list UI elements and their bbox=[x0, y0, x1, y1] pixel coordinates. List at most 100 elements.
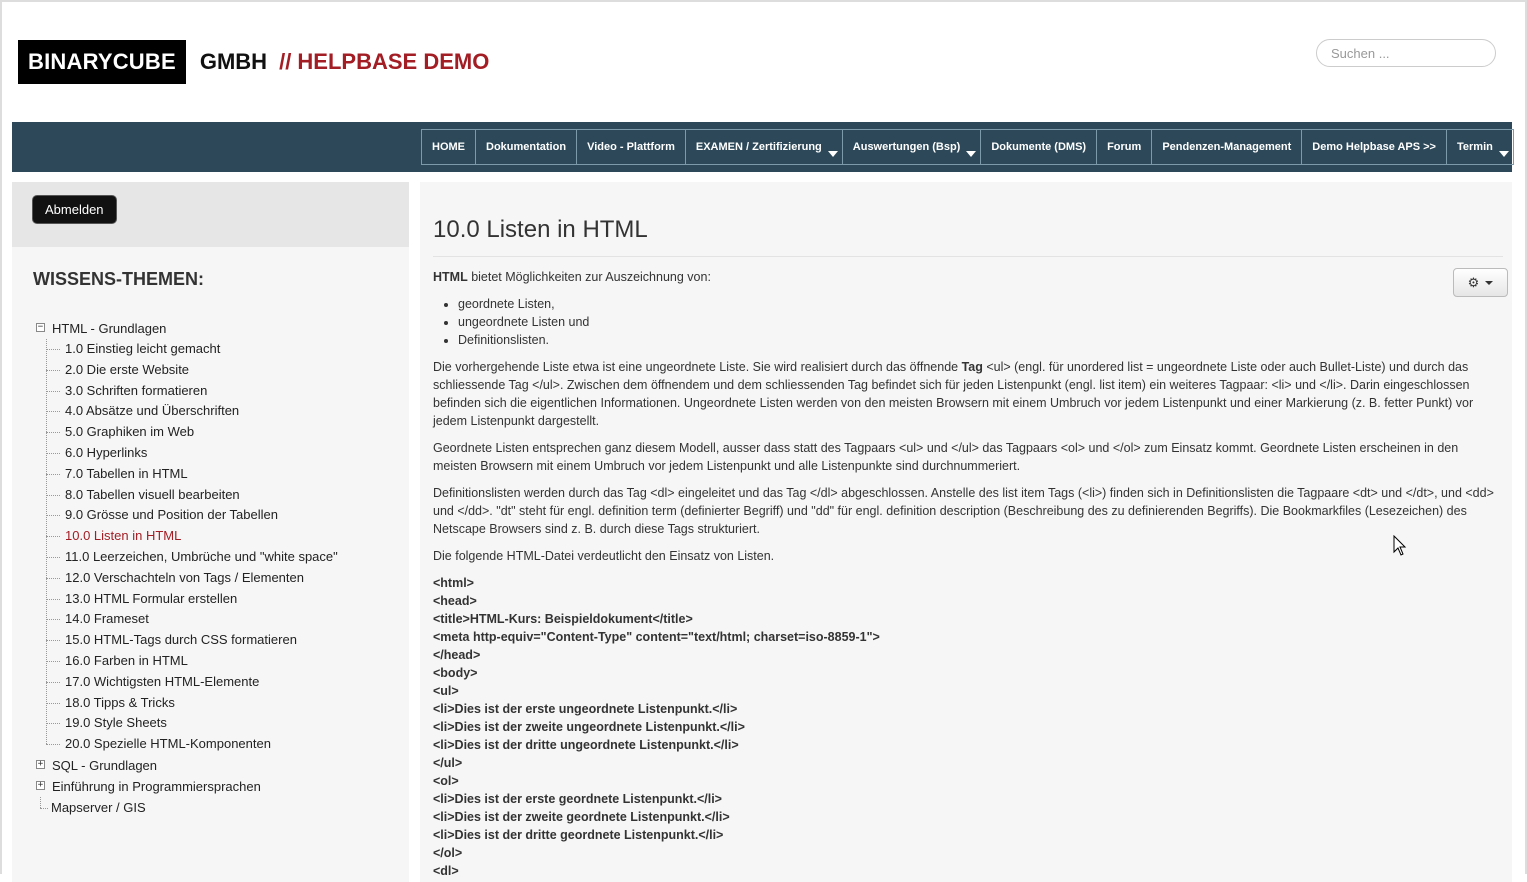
code-line: <li>Dies ist der erste geordnete Listenp… bbox=[433, 792, 722, 806]
sidebar-item-20-0-spezielle-html-komponenten[interactable]: 20.0 Spezielle HTML-Komponenten bbox=[46, 734, 338, 755]
code-line: <body> bbox=[433, 666, 478, 680]
paragraph-4: Die folgende HTML-Datei verdeutlicht den… bbox=[433, 549, 775, 563]
logo-binarycube: BINARYCUBE bbox=[18, 40, 186, 84]
sidebar-item-17-0-wichtigsten-html-elemente[interactable]: 17.0 Wichtigsten HTML-Elemente bbox=[46, 672, 338, 693]
dropdown-caret-icon bbox=[827, 151, 838, 157]
gear-icon: ⚙ bbox=[1467, 274, 1480, 290]
list-item: geordnete Listen, bbox=[458, 295, 1505, 313]
tree-node-einf-hrung-in-programmiersprachen[interactable]: + Einführung in Programmiersprachen bbox=[32, 776, 338, 797]
nav-item-termin[interactable]: Termin bbox=[1445, 129, 1514, 165]
dropdown-caret-icon bbox=[966, 151, 977, 157]
tree-node-sql-grundlagen[interactable]: + SQL - Grundlagen bbox=[32, 755, 338, 776]
nav-item-label: EXAMEN / Zertifizierung bbox=[695, 141, 822, 153]
paragraph-2: Geordnete Listen entsprechen ganz diesem… bbox=[433, 441, 1459, 473]
expand-icon[interactable]: + bbox=[36, 780, 45, 790]
code-line: <li>Dies ist der dritte ungeordnete List… bbox=[433, 738, 739, 752]
nav-item-label: Demo Helpbase APS >> bbox=[1312, 141, 1436, 153]
paragraph-1: Die vorhergehende Liste etwa ist eine un… bbox=[433, 358, 1505, 430]
sidebar-item-8-0-tabellen-visuell-bearbeiten[interactable]: 8.0 Tabellen visuell bearbeiten bbox=[46, 485, 338, 506]
bullet-list: geordnete Listen,ungeordnete Listen undD… bbox=[433, 295, 1505, 349]
nav-item-pendenzen-management[interactable]: Pendenzen-Management bbox=[1151, 129, 1302, 165]
nav-item-demo-helpbase-aps[interactable]: Demo Helpbase APS >> bbox=[1301, 129, 1446, 165]
expand-icon[interactable]: + bbox=[36, 759, 45, 769]
chevron-down-icon bbox=[1485, 280, 1494, 285]
code-sample: <html> <head> <title>HTML-Kurs: Beispieldo… bbox=[433, 574, 1505, 880]
code-line: <li>Dies ist der zweite geordnete Listen… bbox=[433, 810, 730, 824]
code-line: <title>HTML-Kurs: Beispieldokument</titl… bbox=[433, 612, 693, 626]
sidebar-item-9-0-gr-sse-und-position-der-tabellen[interactable]: 9.0 Grösse und Position der Tabellen bbox=[46, 505, 338, 526]
tree-node-mapserver-gis[interactable]: Mapserver / GIS bbox=[32, 796, 338, 818]
nav-item-forum[interactable]: Forum bbox=[1096, 129, 1152, 165]
nav-item-label: Video - Plattform bbox=[587, 141, 675, 153]
sidebar-title: WISSENS-THEMEN: bbox=[33, 269, 204, 289]
sidebar-item-16-0-farben-in-html[interactable]: 16.0 Farben in HTML bbox=[46, 651, 338, 672]
code-line: <li>Dies ist der dritte geordnete Listen… bbox=[433, 828, 724, 842]
sidebar-item-3-0-schriften-formatieren[interactable]: 3.0 Schriften formatieren bbox=[46, 381, 338, 402]
nav-item-dokumente-dms[interactable]: Dokumente (DMS) bbox=[980, 129, 1097, 165]
logout-area: Abmelden bbox=[12, 182, 409, 247]
code-line: <li>Dies ist der zweite ungeordnete List… bbox=[433, 720, 745, 734]
list-item: ungeordnete Listen und bbox=[458, 313, 1505, 331]
nav-menu: HOME Dokumentation Video - Plattform EXAMEN… bbox=[421, 129, 1514, 165]
sidebar-item-15-0-html-tags-durch-css-formatieren[interactable]: 15.0 HTML-Tags durch CSS formatieren bbox=[46, 630, 338, 651]
nav-item-examen-zertifizierung[interactable]: EXAMEN / Zertifizierung bbox=[684, 129, 842, 165]
title-divider bbox=[433, 256, 1503, 257]
code-line: </head> bbox=[433, 648, 481, 662]
code-line: </ol> bbox=[433, 846, 463, 860]
nav-item-auswertungen-bsp[interactable]: Auswertungen (Bsp) bbox=[841, 129, 981, 165]
tree-node-label: Mapserver / GIS bbox=[51, 799, 146, 815]
article-body: HTML bietet Möglichkeiten zur Auszeichnu… bbox=[433, 268, 1505, 880]
logo-gmbh: GMBH bbox=[199, 49, 268, 74]
sidebar-item-18-0-tipps-tricks[interactable]: 18.0 Tipps & Tricks bbox=[46, 693, 338, 714]
nav-item-label: Dokumente (DMS) bbox=[991, 141, 1087, 153]
sidebar-item-5-0-graphiken-im-web[interactable]: 5.0 Graphiken im Web bbox=[46, 422, 338, 443]
sidebar-item-2-0-die-erste-website[interactable]: 2.0 Die erste Website bbox=[46, 360, 338, 381]
site-logo[interactable]: BINARYCUBE GMBH // HELPBASE DEMO bbox=[18, 40, 489, 84]
sidebar-item-19-0-style-sheets[interactable]: 19.0 Style Sheets bbox=[46, 713, 338, 734]
nav-item-home[interactable]: HOME bbox=[421, 129, 475, 165]
sidebar-item-1-0-einstieg-leicht-gemacht[interactable]: 1.0 Einstieg leicht gemacht bbox=[46, 339, 338, 360]
paragraph-1-bold: Tag bbox=[961, 360, 983, 374]
nav-item-video-plattform[interactable]: Video - Plattform bbox=[576, 129, 685, 165]
logo-helpbase-demo: // HELPBASE DEMO bbox=[279, 49, 490, 74]
nav-item-label: Dokumentation bbox=[486, 141, 567, 153]
paragraph-3: Definitionslisten werden durch das Tag <… bbox=[433, 486, 1494, 536]
sidebar-item-7-0-tabellen-in-html[interactable]: 7.0 Tabellen in HTML bbox=[46, 464, 338, 485]
code-line: <ol> bbox=[433, 774, 459, 788]
code-line: <meta http-equiv="Content-Type" content=… bbox=[433, 630, 880, 644]
tree-node-html-grundlagen[interactable]: − HTML - Grundlagen bbox=[32, 318, 338, 339]
tree-other-roots: + SQL - Grundlagen + Einführung in Programm… bbox=[32, 755, 338, 818]
list-item: Definitionslisten. bbox=[458, 331, 1505, 349]
collapse-icon[interactable]: − bbox=[36, 323, 45, 332]
code-line: <dl> bbox=[433, 864, 459, 878]
code-line: <head> bbox=[433, 594, 477, 608]
code-line: <li>Dies ist der erste ungeordnete Liste… bbox=[433, 702, 738, 716]
page-title: 10.0 Listen in HTML bbox=[433, 216, 648, 243]
sidebar-item-12-0-verschachteln-von-tags-elementen[interactable]: 12.0 Verschachteln von Tags / Elementen bbox=[46, 568, 338, 589]
logout-button[interactable]: Abmelden bbox=[33, 196, 116, 223]
sidebar-item-13-0-html-formular-erstellen[interactable]: 13.0 HTML Formular erstellen bbox=[46, 589, 338, 610]
search-input[interactable] bbox=[1316, 39, 1496, 67]
sidebar-item-4-0-abs-tze-und-berschriften[interactable]: 4.0 Absätze und Überschriften bbox=[46, 401, 338, 422]
sidebar-item-14-0-frameset[interactable]: 14.0 Frameset bbox=[46, 609, 338, 630]
paragraph-1-a: Die vorhergehende Liste etwa ist eine un… bbox=[433, 360, 962, 374]
sidebar-item-10-0-listen-in-html[interactable]: 10.0 Listen in HTML bbox=[46, 526, 338, 547]
intro-paragraph: HTML bietet Möglichkeiten zur Auszeichnu… bbox=[433, 268, 1505, 286]
code-line: </ul> bbox=[433, 756, 463, 770]
code-line: <ul> bbox=[433, 684, 459, 698]
nav-item-label: Pendenzen-Management bbox=[1162, 141, 1292, 153]
nav-item-label: HOME bbox=[432, 141, 465, 153]
tree-node-label: Einführung in Programmiersprachen bbox=[52, 778, 261, 794]
article-options-button[interactable]: ⚙ bbox=[1453, 268, 1508, 297]
nav-item-label: Auswertungen (Bsp) bbox=[852, 141, 961, 153]
code-line: <html> bbox=[433, 576, 474, 590]
main-content: 10.0 Listen in HTML HTML bietet Möglichk… bbox=[420, 182, 1512, 882]
sidebar: Abmelden WISSENS-THEMEN: − HTML - Grundl… bbox=[12, 182, 409, 882]
sidebar-item-6-0-hyperlinks[interactable]: 6.0 Hyperlinks bbox=[46, 443, 338, 464]
nav-item-dokumentation[interactable]: Dokumentation bbox=[475, 129, 577, 165]
tree-children: 1.0 Einstieg leicht gemacht 2.0 Die erste… bbox=[46, 339, 338, 755]
nav-item-label: Forum bbox=[1107, 141, 1142, 153]
sidebar-item-11-0-leerzeichen-umbr-che-und-white-space[interactable]: 11.0 Leerzeichen, Umbrüche und "white sp… bbox=[46, 547, 338, 568]
intro-bold: HTML bbox=[433, 270, 468, 284]
topic-tree: − HTML - Grundlagen 1.0 Einstieg leicht … bbox=[32, 318, 338, 818]
